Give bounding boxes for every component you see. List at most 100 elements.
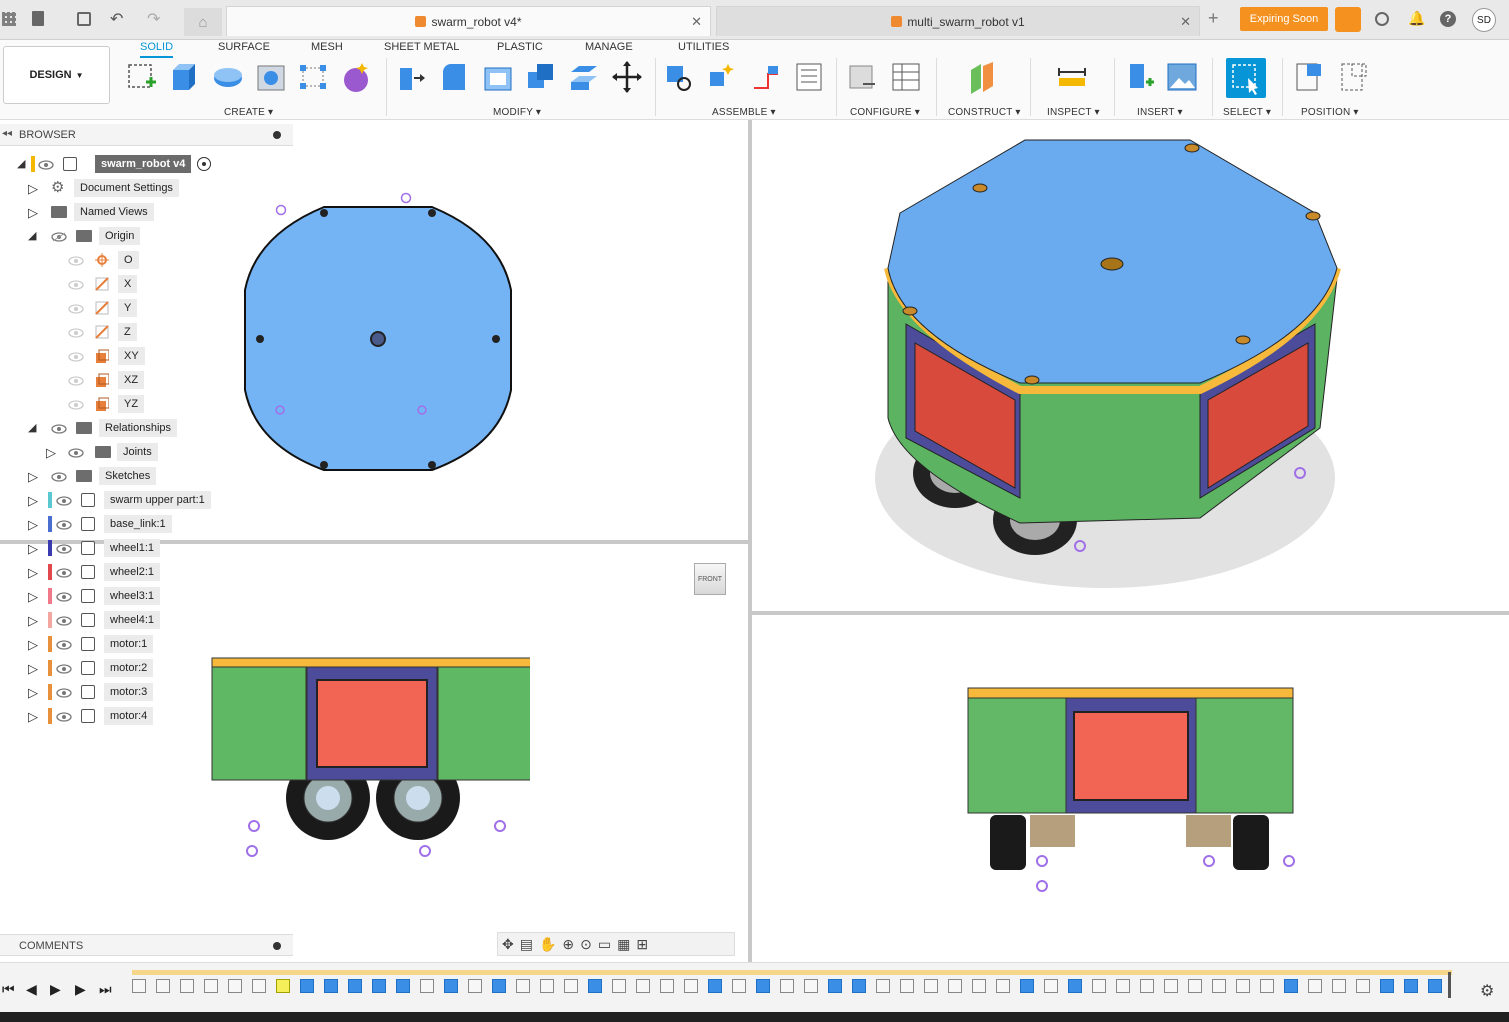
extrude-icon[interactable] [168, 60, 200, 94]
yz-plane[interactable]: YZ [0, 393, 293, 415]
visibility-eye-icon[interactable] [56, 663, 72, 674]
joint-marker[interactable] [400, 192, 412, 204]
step-back-icon[interactable]: ◀ [26, 981, 37, 998]
timeline-feature-icon[interactable] [972, 979, 986, 993]
revolve-icon[interactable] [212, 60, 244, 94]
joint-marker[interactable] [246, 845, 258, 857]
expand-arrow-icon[interactable]: ▷ [28, 589, 38, 605]
expand-arrow-icon[interactable]: ▷ [28, 685, 38, 701]
offset-plane-icon[interactable] [967, 60, 999, 94]
timeline-feature-icon[interactable] [396, 979, 410, 993]
configure-icon[interactable] [847, 60, 879, 94]
fit-icon[interactable]: ⊙ [580, 936, 592, 953]
y-axis[interactable]: Y [0, 297, 293, 319]
visibility-eye-icon[interactable] [68, 255, 84, 266]
timeline-feature-icon[interactable] [684, 979, 698, 993]
timeline-feature-icon[interactable] [180, 979, 194, 993]
group-construct[interactable]: CONSTRUCT ▾ [948, 107, 1021, 118]
step-forward-icon[interactable]: ▶ [75, 981, 86, 998]
expand-arrow-icon[interactable]: ▷ [28, 469, 38, 485]
expand-arrow-icon[interactable]: ▷ [28, 565, 38, 581]
combine-icon[interactable] [525, 60, 557, 94]
go-to-start-icon[interactable]: ⏮ [2, 981, 15, 998]
timeline-feature-icon[interactable] [732, 979, 746, 993]
visibility-eye-icon[interactable] [68, 399, 84, 410]
timeline-feature-icon[interactable] [276, 979, 290, 993]
timeline-feature-icon[interactable] [1428, 979, 1442, 993]
expand-arrow-icon[interactable]: ▷ [28, 709, 38, 725]
visibility-eye-icon[interactable] [68, 375, 84, 386]
timeline-feature-icon[interactable] [1356, 979, 1370, 993]
visibility-eye-icon[interactable] [56, 711, 72, 722]
expiring-button[interactable]: Expiring Soon [1240, 7, 1328, 31]
origin[interactable]: ◢ Origin [0, 225, 293, 247]
side-view-viewport[interactable] [960, 680, 1320, 900]
timeline-feature-icon[interactable] [132, 979, 146, 993]
origin-point[interactable]: O [0, 249, 293, 271]
revert-position-icon[interactable] [1338, 60, 1370, 94]
select-tool[interactable] [1226, 58, 1266, 98]
visibility-eye-icon[interactable] [51, 231, 67, 242]
timeline-feature-icon[interactable] [252, 979, 266, 993]
viewcube[interactable]: FRONT [694, 563, 726, 595]
timeline-feature-icon[interactable] [924, 979, 938, 993]
visibility-eye-icon[interactable] [68, 303, 84, 314]
component-row[interactable]: ▷ motor:3 [0, 681, 293, 703]
sketches[interactable]: ▷ Sketches [0, 465, 293, 487]
timeline-feature-icon[interactable] [348, 979, 362, 993]
orbit-icon[interactable]: ✥ [502, 936, 514, 953]
tab-swarm-robot[interactable]: swarm_robot v4* ✕ [226, 6, 711, 36]
isometric-viewport[interactable] [860, 128, 1360, 598]
collapse-arrow-icon[interactable]: ◢ [28, 421, 36, 434]
press-pull-icon[interactable] [396, 60, 428, 94]
component-row[interactable]: ▷ base_link:1 [0, 513, 293, 535]
viewports-icon[interactable]: ⊞ [636, 936, 648, 953]
joint-marker[interactable] [1036, 880, 1048, 892]
timeline-feature-icon[interactable] [540, 979, 554, 993]
timeline-feature-icon[interactable] [780, 979, 794, 993]
timeline-feature-icon[interactable] [1404, 979, 1418, 993]
tab-plastic[interactable]: PLASTIC [497, 41, 543, 53]
play-icon[interactable]: ▶ [50, 981, 61, 998]
visibility-eye-icon[interactable] [68, 447, 84, 458]
timeline-feature-icon[interactable] [564, 979, 578, 993]
relationships[interactable]: ◢ Relationships [0, 417, 293, 439]
named-views[interactable]: ▷ Named Views [0, 201, 293, 223]
timeline-feature-icon[interactable] [588, 979, 602, 993]
timeline-feature-icon[interactable] [492, 979, 506, 993]
offset-face-icon[interactable] [568, 60, 600, 94]
group-configure[interactable]: CONFIGURE ▾ [850, 107, 920, 118]
timeline-feature-icon[interactable] [516, 979, 530, 993]
job-status-icon[interactable] [1375, 12, 1389, 26]
timeline-feature-icon[interactable] [324, 979, 338, 993]
workspace-switcher[interactable]: DESIGN ▼ [3, 46, 110, 104]
visibility-eye-icon[interactable] [68, 351, 84, 362]
tab-surface[interactable]: SURFACE [218, 41, 270, 53]
visibility-eye-icon[interactable] [56, 543, 72, 554]
move-icon[interactable] [611, 60, 643, 94]
expand-arrow-icon[interactable]: ▷ [46, 445, 56, 461]
timeline-feature-icon[interactable] [156, 979, 170, 993]
xz-plane[interactable]: XZ [0, 369, 293, 391]
joint-marker[interactable] [248, 820, 260, 832]
visibility-eye-icon[interactable] [56, 495, 72, 506]
fillet-icon[interactable] [439, 60, 471, 94]
insert-derive-icon[interactable] [1124, 60, 1156, 94]
create-sketch-icon[interactable] [126, 60, 158, 94]
document-settings[interactable]: ▷ ⚙ Document Settings [0, 177, 293, 199]
group-select[interactable]: SELECT ▾ [1223, 107, 1271, 118]
timeline-marker[interactable] [1448, 972, 1451, 998]
timeline-feature-icon[interactable] [1308, 979, 1322, 993]
new-component-icon[interactable] [664, 60, 696, 94]
visibility-eye-icon[interactable] [56, 687, 72, 698]
visibility-eye-icon[interactable] [56, 591, 72, 602]
tab-utilities[interactable]: UTILITIES [678, 41, 729, 53]
add-comment-icon[interactable] [273, 942, 281, 950]
tab-solid[interactable]: SOLID [140, 41, 174, 58]
collapse-panel-icon[interactable]: ◂◂ [2, 128, 12, 139]
timeline-feature-icon[interactable] [804, 979, 818, 993]
timeline-feature-icon[interactable] [828, 979, 842, 993]
undo-icon[interactable]: ↶ [110, 9, 123, 29]
group-assemble[interactable]: ASSEMBLE ▾ [712, 107, 776, 118]
expand-arrow-icon[interactable]: ▷ [28, 205, 38, 221]
